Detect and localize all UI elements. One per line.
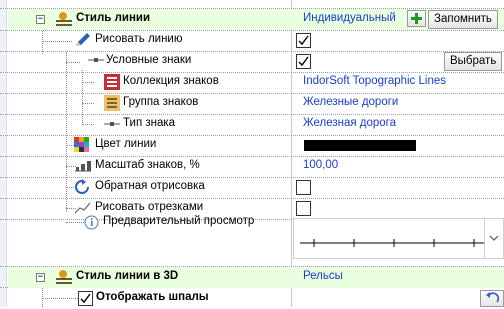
undo-icon — [486, 292, 500, 303]
collapse-toggle[interactable]: − — [36, 273, 45, 282]
property-name: Стиль линии в 3D — [76, 270, 179, 282]
row-show-sleepers[interactable]: Отображать шпалы — [8, 288, 504, 309]
property-name: Стиль линии — [76, 12, 151, 24]
line-style-icon — [56, 12, 72, 26]
remember-button[interactable]: Запомнить — [428, 10, 498, 29]
row-symbols[interactable]: Условные знаки Выбрать — [8, 51, 504, 72]
property-name: Коллекция знаков — [123, 75, 219, 87]
row-draw-line[interactable]: Рисовать линию — [8, 30, 504, 51]
group-icon — [104, 95, 120, 111]
property-name: Группа знаков — [123, 96, 199, 108]
add-button[interactable] — [407, 10, 426, 27]
property-name: Обратная отрисовка — [95, 180, 205, 192]
grid-margin — [0, 0, 7, 307]
checkmark-icon — [298, 35, 309, 46]
row-line-style-3d[interactable]: − Стиль линии в 3D Рельсы — [8, 267, 504, 288]
property-value[interactable]: Индивидуальный — [303, 12, 396, 24]
undo-button[interactable] — [480, 290, 504, 307]
property-name: Масштаб знаков, % — [95, 159, 200, 171]
line-sample-icon — [104, 122, 120, 126]
railway-preview-graphic — [300, 239, 484, 247]
row-symbol-group[interactable]: Группа знаков Железные дороги — [8, 93, 504, 114]
row-reverse-drawing[interactable]: Обратная отрисовка — [8, 177, 504, 198]
property-value[interactable]: 100,00 — [303, 159, 338, 171]
collection-icon — [104, 74, 120, 90]
color-swatch[interactable] — [304, 140, 416, 151]
checkmark-icon — [298, 56, 309, 67]
scale-icon — [75, 161, 91, 172]
property-name: Рисовать линию — [95, 33, 183, 45]
row-line-style[interactable]: − Стиль линии Индивидуальный Запомнить — [8, 9, 504, 30]
line-preview — [293, 218, 487, 259]
reverse-drawing-checkbox[interactable] — [296, 180, 311, 195]
line-sample-icon — [88, 58, 104, 62]
show-sleepers-checkbox[interactable] — [78, 291, 93, 306]
property-name: Условные знаки — [106, 54, 192, 66]
draw-line-checkbox[interactable] — [296, 33, 311, 48]
property-name: Отображать шпалы — [96, 291, 209, 303]
checkmark-icon — [80, 293, 91, 304]
collapse-toggle[interactable]: − — [36, 15, 45, 24]
property-value[interactable]: Железные дороги — [303, 96, 398, 108]
pencil-icon — [76, 33, 90, 46]
row-line-color[interactable]: Цвет линии — [8, 135, 504, 156]
property-value[interactable]: IndorSoft Topographic Lines — [303, 75, 446, 87]
choose-button[interactable]: Выбрать — [444, 52, 503, 71]
plus-icon — [411, 13, 422, 24]
palette-icon — [74, 137, 89, 152]
reverse-arrow-icon — [75, 179, 89, 194]
symbols-checkbox[interactable] — [296, 54, 311, 69]
property-grid: − Стиль линии Индивидуальный Запомнить Р… — [0, 0, 504, 307]
property-name: Предварительный просмотр — [103, 215, 255, 227]
preview-dropdown[interactable] — [484, 218, 504, 259]
property-name: Цвет линии — [95, 138, 157, 150]
row-symbol-collection[interactable]: Коллекция знаков IndorSoft Topographic L… — [8, 72, 504, 93]
property-name: Тип знака — [123, 117, 176, 129]
property-value[interactable]: Железная дорога — [303, 117, 396, 129]
row-symbol-scale[interactable]: Масштаб знаков, % 100,00 — [8, 156, 504, 177]
info-icon — [84, 215, 99, 230]
property-value[interactable]: Рельсы — [303, 270, 343, 282]
row-symbol-type[interactable]: Тип знака Железная дорога — [8, 114, 504, 135]
line-style-3d-icon — [56, 270, 72, 284]
chevron-down-icon — [489, 235, 499, 241]
